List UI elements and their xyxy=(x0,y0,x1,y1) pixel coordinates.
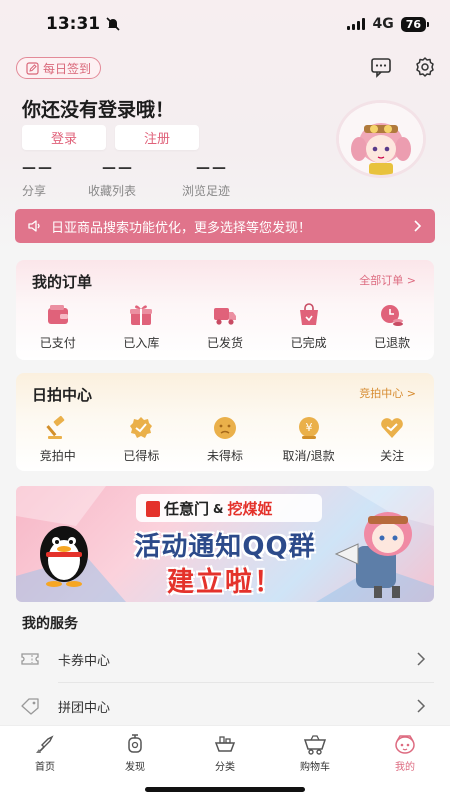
pencil-note-icon xyxy=(26,61,39,75)
auction-title: 日拍中心 xyxy=(32,386,93,404)
chevron-right-icon xyxy=(417,699,426,713)
gavel-icon xyxy=(46,415,65,439)
shopping-bag-icon xyxy=(299,303,318,325)
chevron-right-icon xyxy=(414,220,422,232)
wallet-icon xyxy=(47,305,68,324)
stat-history[interactable]: —— 浏览足迹 xyxy=(182,160,230,199)
stat-favorites[interactable]: —— 收藏列表 xyxy=(88,160,136,199)
speaker-icon xyxy=(28,220,40,232)
order-paid[interactable]: 已支付 xyxy=(16,302,100,351)
gift-box-icon xyxy=(130,305,153,325)
lantern-icon xyxy=(128,734,142,753)
order-refunded-label: 已退款 xyxy=(374,336,411,350)
auction-bidding-label: 竞拍中 xyxy=(39,449,76,463)
checkin-label: 每日签到 xyxy=(43,61,92,76)
svg-text:¥: ¥ xyxy=(305,421,312,434)
tab-cart-label: 购物车 xyxy=(300,762,330,773)
banner-brands: 任意门 & 挖煤姬 xyxy=(146,498,273,519)
banner-ampersand: & xyxy=(213,501,224,516)
auction-watch-label: 关注 xyxy=(380,449,405,463)
stat-favorites-value: —— xyxy=(102,160,134,176)
order-completed-label: 已完成 xyxy=(290,336,327,350)
signal-icon xyxy=(347,18,366,30)
status-bar: 13:31 4G 76 xyxy=(0,0,450,48)
auction-center-link[interactable]: 竞拍中心 > xyxy=(359,385,416,401)
network-type: 4G xyxy=(372,16,394,32)
login-button[interactable]: 登录 xyxy=(22,125,106,150)
tab-mine[interactable]: 我的 xyxy=(360,726,450,800)
badge-check-icon xyxy=(130,417,153,438)
stat-share-label: 分享 xyxy=(22,184,47,198)
message-icon[interactable] xyxy=(370,56,392,78)
notice-text: 日亚商品搜索功能优化，更多选择等您发现！ xyxy=(51,220,312,236)
promo-banner[interactable]: 任意门 & 挖煤姬 活动通知QQ群 建立啦！ xyxy=(16,486,434,602)
auction-bidding[interactable]: 竞拍中 xyxy=(16,415,100,464)
auction-card: 日拍中心 竞拍中心 > 竞拍中 已得标 未得标 ¥ 取消/退款 关注 xyxy=(16,373,434,471)
auction-won[interactable]: 已得标 xyxy=(100,415,184,464)
shovel-icon xyxy=(36,735,54,753)
tab-category-label: 分类 xyxy=(215,762,235,773)
tab-home-label: 首页 xyxy=(35,762,55,773)
service-coupon-center[interactable]: 卡券中心 xyxy=(16,636,434,682)
mine-cart-icon xyxy=(303,735,327,755)
banner-headline-1: 活动通知QQ群 xyxy=(134,532,316,562)
avatar-illustration xyxy=(339,103,423,175)
refund-icon xyxy=(381,305,404,326)
stat-share[interactable]: —— 分享 xyxy=(22,160,54,199)
banner-headline-2: 建立啦！ xyxy=(167,567,283,598)
service-coupon-label: 卡券中心 xyxy=(58,653,111,669)
heart-check-icon xyxy=(381,418,404,438)
truck-icon xyxy=(213,308,236,325)
order-stored-label: 已入库 xyxy=(123,336,160,350)
service-group-buy[interactable]: 拼团中心 xyxy=(16,683,434,729)
sad-face-icon xyxy=(213,417,236,439)
chevron-right-icon xyxy=(417,652,426,666)
services-title: 我的服务 xyxy=(22,616,78,632)
all-orders-link[interactable]: 全部订单 > xyxy=(359,272,416,288)
tab-mine-label: 我的 xyxy=(395,762,415,773)
tag-icon xyxy=(21,698,39,715)
stat-share-value: —— xyxy=(22,160,54,176)
order-paid-label: 已支付 xyxy=(39,336,76,350)
orders-title: 我的订单 xyxy=(32,273,93,291)
banner-brand-right: 挖煤姬 xyxy=(227,500,273,518)
avatar-icon xyxy=(395,735,415,754)
order-stored[interactable]: 已入库 xyxy=(100,302,184,351)
tab-home[interactable]: 首页 xyxy=(0,726,90,800)
login-prompt: 你还没有登录哦！ xyxy=(22,99,175,121)
auction-cancelled[interactable]: ¥ 取消/退款 xyxy=(267,415,351,464)
stat-history-label: 浏览足迹 xyxy=(182,184,231,198)
category-cart-icon xyxy=(214,736,236,752)
bell-muted-icon xyxy=(106,17,120,31)
order-shipped-label: 已发货 xyxy=(206,336,243,350)
gear-icon[interactable] xyxy=(414,56,436,78)
auction-lost[interactable]: 未得标 xyxy=(183,415,267,464)
service-group-label: 拼团中心 xyxy=(58,700,111,716)
order-completed[interactable]: 已完成 xyxy=(267,302,351,351)
order-shipped[interactable]: 已发货 xyxy=(183,302,267,351)
home-indicator xyxy=(145,787,305,792)
daily-checkin-button[interactable]: 每日签到 xyxy=(16,57,102,79)
stat-favorites-label: 收藏列表 xyxy=(88,184,137,198)
door-icon xyxy=(146,500,160,517)
stat-history-value: —— xyxy=(196,160,228,176)
auction-lost-label: 未得标 xyxy=(206,449,243,463)
auction-won-label: 已得标 xyxy=(123,449,160,463)
status-time: 13:31 xyxy=(46,14,101,34)
ticket-icon xyxy=(21,653,39,665)
register-button[interactable]: 注册 xyxy=(115,125,199,150)
notice-bar[interactable]: 日亚商品搜索功能优化，更多选择等您发现！ xyxy=(15,209,435,243)
order-refunded[interactable]: 已退款 xyxy=(350,302,434,351)
avatar[interactable] xyxy=(336,100,426,178)
auction-watch[interactable]: 关注 xyxy=(350,415,434,464)
yen-coin-icon: ¥ xyxy=(298,417,319,439)
orders-card: 我的订单 全部订单 > 已支付 已入库 已发货 已完成 已退款 xyxy=(16,260,434,360)
battery-icon: 76 xyxy=(400,16,430,32)
auction-cancelled-label: 取消/退款 xyxy=(282,449,335,463)
tab-discover-label: 发现 xyxy=(125,762,145,773)
banner-brand-left: 任意门 xyxy=(164,500,210,518)
